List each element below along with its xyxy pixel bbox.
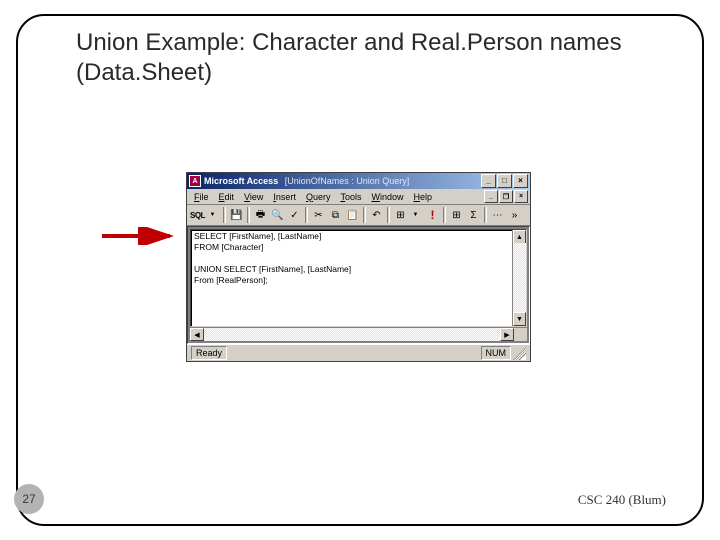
close-button[interactable]: × [513,174,528,188]
cut-button[interactable]: ✂ [310,207,327,224]
spelling-button[interactable]: ✓ [286,207,303,224]
status-ready: Ready [191,346,227,360]
menu-window[interactable]: Window [366,191,408,203]
status-numlock: NUM [481,346,512,360]
menu-file[interactable]: File [189,191,214,203]
more-icon: ⋯ [493,210,503,221]
titlebar-caption: Microsoft Access [UnionOfNames : Union Q… [204,176,481,186]
scroll-up-button[interactable]: ▲ [513,230,526,244]
callout-arrow [100,227,180,250]
toolbar-separator [247,207,250,223]
totals-button[interactable]: Σ [465,207,482,224]
menu-view[interactable]: View [239,191,268,203]
child-close-button[interactable]: × [514,190,528,203]
mdi-child-controls: _ ❐ × [484,190,528,203]
show-table-button[interactable]: ⊞ [448,207,465,224]
app-name: Microsoft Access [204,176,278,186]
sql-text-area[interactable]: SELECT [FirstName], [LastName] FROM [Cha… [190,229,527,327]
window-control-buttons: _ □ × [481,174,528,188]
vertical-scrollbar[interactable]: ▲ ▼ [512,230,526,326]
print-icon: 🖶 [256,207,265,224]
scroll-left-button[interactable]: ◀ [190,328,204,341]
scroll-track[interactable] [513,243,526,313]
show-table-icon: ⊞ [452,210,460,221]
horizontal-scrollbar[interactable]: ◀ ▶ [190,327,527,341]
toolbar-separator [387,207,390,223]
slide-number-badge: 27 [14,484,44,514]
window-titlebar[interactable]: A Microsoft Access [UnionOfNames : Union… [187,173,530,189]
toolbar-overflow-button[interactable]: » [506,207,523,224]
save-icon: 💾 [230,210,242,221]
toolbar-separator [223,207,226,223]
undo-icon: ↶ [372,210,380,221]
toolbar-separator [363,207,366,223]
toolbar: SQL ▼ 💾 🖶 🔍 ✓ ✂ ⧉ 📋 ↶ ⊞ ▼ ! ⊞ Σ ⋯ » [187,205,530,226]
menu-query[interactable]: Query [301,191,336,203]
status-bar: Ready NUM [187,344,530,361]
maximize-button[interactable]: □ [497,174,512,188]
child-minimize-button[interactable]: _ [484,190,498,203]
toolbar-separator [443,207,446,223]
spell-icon: ✓ [290,210,298,221]
scroll-corner [514,328,527,341]
paste-button[interactable]: 📋 [344,207,361,224]
slide-container: Union Example: Character and Real.Person… [0,0,720,540]
minimize-button[interactable]: _ [481,174,496,188]
child-restore-button[interactable]: ❐ [499,190,513,203]
document-name: [UnionOfNames : Union Query] [285,176,410,186]
menu-bar: File Edit View Insert Query Tools Window… [187,189,530,205]
resize-grip[interactable] [513,347,526,360]
paste-icon: 📋 [346,210,358,221]
preview-icon: 🔍 [271,210,283,221]
totals-icon: Σ [470,210,476,221]
undo-button[interactable]: ↶ [368,207,385,224]
slide-title: Union Example: Character and Real.Person… [76,28,656,88]
copy-icon: ⧉ [332,210,339,221]
scroll-track[interactable] [204,328,500,341]
menu-help[interactable]: Help [409,191,438,203]
copy-button[interactable]: ⧉ [327,207,344,224]
menu-tools[interactable]: Tools [335,191,366,203]
toolbar-separator [484,207,487,223]
print-preview-button[interactable]: 🔍 [269,207,286,224]
print-button[interactable]: 🖶 [252,207,269,224]
access-app-icon: A [189,175,201,187]
query-type-dropdown-button[interactable]: ▼ [407,207,424,224]
save-button[interactable]: 💾 [228,207,245,224]
scroll-down-button[interactable]: ▼ [513,312,526,326]
scroll-right-button[interactable]: ▶ [500,328,514,341]
overflow-icon: » [512,210,518,221]
toolbar-more-button[interactable]: ⋯ [489,207,506,224]
menu-insert[interactable]: Insert [268,191,301,203]
slide-footer: CSC 240 (Blum) [578,492,666,508]
menu-edit[interactable]: Edit [214,191,240,203]
querytype-icon: ⊞ [396,210,404,221]
cut-icon: ✂ [314,210,322,221]
sql-text-content: SELECT [FirstName], [LastName] FROM [Cha… [194,231,351,286]
toolbar-separator [305,207,308,223]
access-window: A Microsoft Access [UnionOfNames : Union… [186,172,531,362]
view-dropdown-button[interactable]: ▼ [204,207,221,224]
run-icon: ! [431,208,435,222]
run-button[interactable]: ! [424,207,441,224]
mdi-client-area: SELECT [FirstName], [LastName] FROM [Cha… [187,226,530,344]
